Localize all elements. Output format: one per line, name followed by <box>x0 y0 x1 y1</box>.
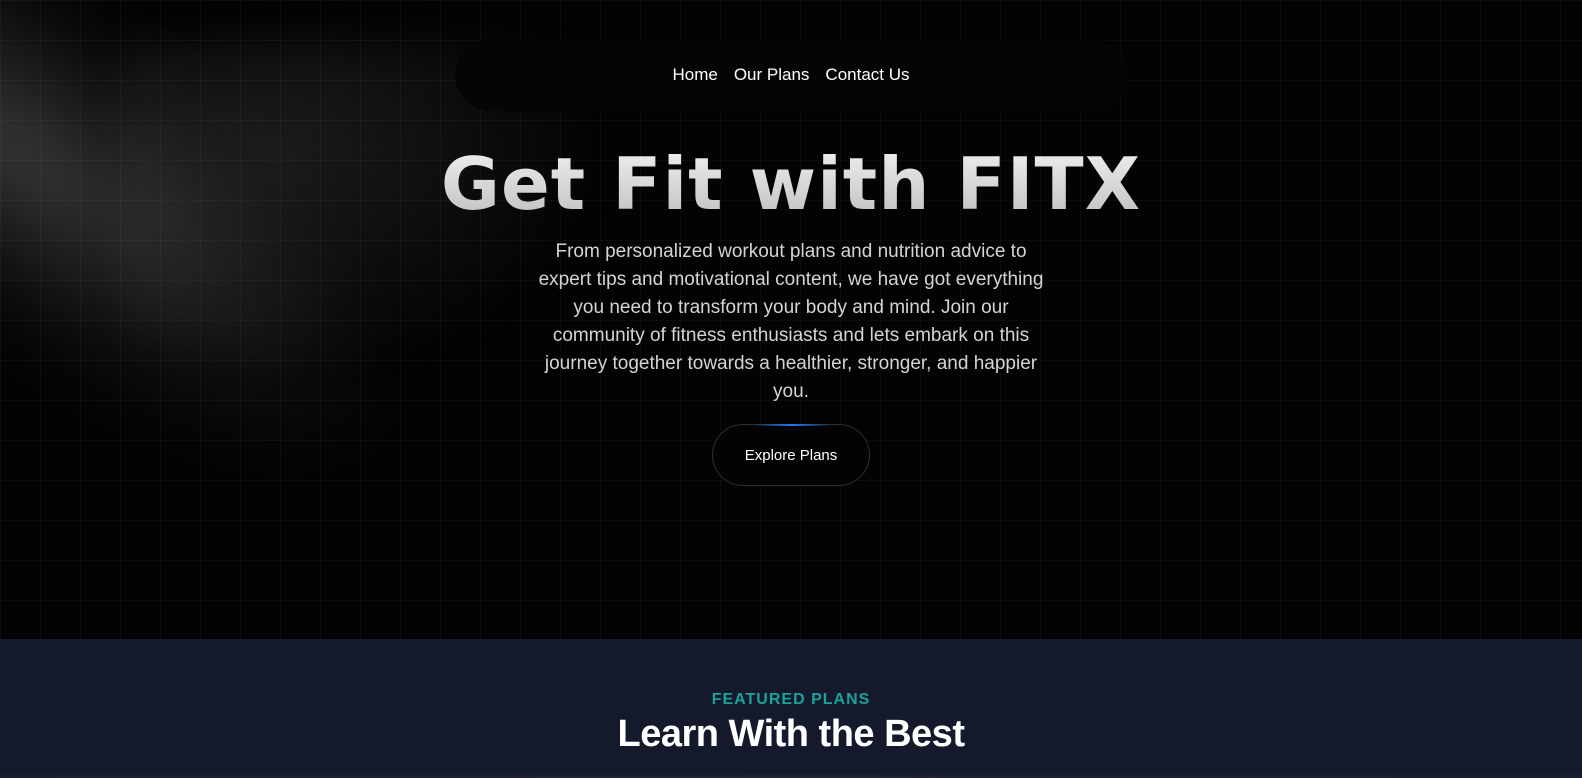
hero-section: Home Our Plans Contact Us Get Fit with F… <box>0 0 1582 639</box>
explore-plans-label: Explore Plans <box>744 446 838 464</box>
explore-plans-button[interactable]: Explore Plans <box>712 424 870 486</box>
page: Home Our Plans Contact Us Get Fit with F… <box>0 0 1582 778</box>
hero-description: From personalized workout plans and nutr… <box>538 241 1044 402</box>
nav-link-our-plans[interactable]: Our Plans <box>734 65 810 85</box>
hero-title: Get Fit with FITX <box>0 142 1582 226</box>
featured-plans-section: FEATURED PLANS Learn With the Best <box>0 639 1582 778</box>
featured-title: Learn With the Best <box>617 713 965 755</box>
nav-links: Home Our Plans Contact Us <box>455 39 1127 111</box>
button-glow-accent <box>753 424 831 426</box>
nav-link-home[interactable]: Home <box>672 65 717 85</box>
featured-bottom-glow <box>0 768 1582 778</box>
nav-link-contact-us[interactable]: Contact Us <box>825 65 909 85</box>
featured-eyebrow: FEATURED PLANS <box>711 691 871 708</box>
navbar: Home Our Plans Contact Us <box>455 39 1127 111</box>
